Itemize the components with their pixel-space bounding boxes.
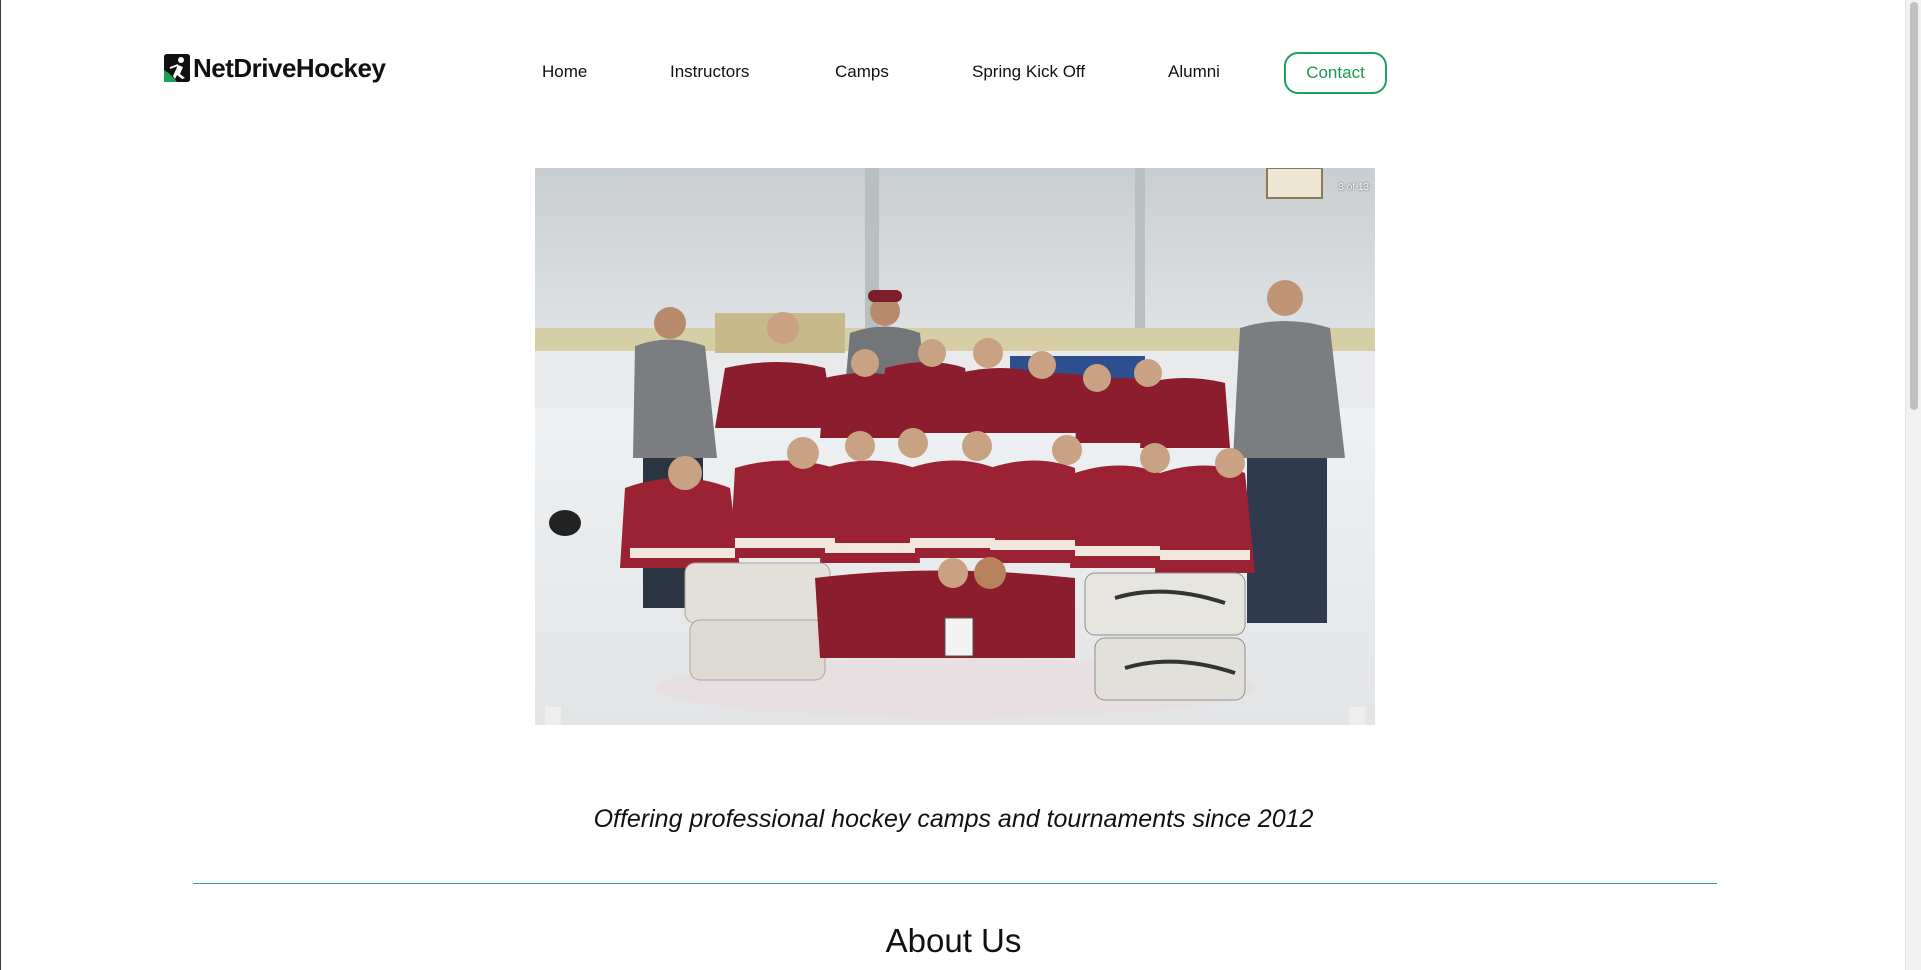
site-header: NetDriveHockey Home Instructors Camps Sp… bbox=[1, 0, 1906, 150]
slide-counter: 3 of 13 bbox=[1338, 182, 1369, 193]
chevron-right-icon[interactable] bbox=[1349, 707, 1365, 725]
nav-spring-kick-off[interactable]: Spring Kick Off bbox=[972, 62, 1085, 82]
section-divider bbox=[193, 883, 1717, 884]
goalie-left bbox=[684, 562, 831, 681]
scrollbar-thumb[interactable] bbox=[1910, 2, 1918, 410]
site-logo[interactable]: NetDriveHockey bbox=[161, 52, 386, 84]
logo-text: NetDriveHockey bbox=[193, 52, 386, 83]
nav-alumni[interactable]: Alumni bbox=[1168, 62, 1220, 82]
nav-instructors[interactable]: Instructors bbox=[670, 62, 749, 82]
photo-slideshow[interactable]: 3 of 13 bbox=[535, 168, 1375, 725]
browser-viewport: NetDriveHockey Home Instructors Camps Sp… bbox=[0, 0, 1921, 970]
hockey-player-icon bbox=[161, 52, 191, 84]
page-scrollbar[interactable] bbox=[1905, 0, 1921, 970]
nav-camps[interactable]: Camps bbox=[835, 62, 889, 82]
chevron-left-icon[interactable] bbox=[545, 707, 561, 725]
about-heading: About Us bbox=[885, 922, 1022, 959]
nav-home[interactable]: Home bbox=[542, 62, 587, 82]
contact-button[interactable]: Contact bbox=[1284, 52, 1387, 94]
tagline: Offering professional hockey camps and t… bbox=[593, 805, 1314, 833]
team-photo bbox=[535, 168, 1375, 725]
